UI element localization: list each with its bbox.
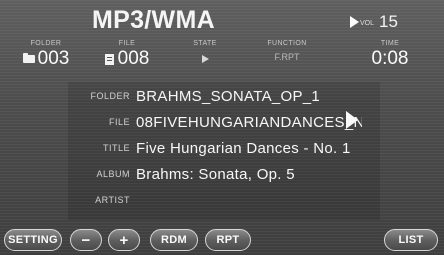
- folder-number: 003: [6, 48, 86, 70]
- folder-number-value: 003: [37, 48, 70, 69]
- info-value-folder: BRAHMS_SONATA_OP_1: [136, 87, 321, 105]
- file-icon: [104, 53, 114, 65]
- track-down-button[interactable]: −: [70, 229, 102, 251]
- file-number-value: 008: [117, 48, 150, 69]
- folder-icon: [22, 53, 35, 63]
- file-number: 008: [92, 48, 162, 70]
- info-label-folder: FOLDER: [90, 91, 130, 101]
- volume-indicator: VOL 15: [350, 12, 398, 32]
- status-file: FILE 008: [92, 40, 162, 70]
- info-row-folder: FOLDER BRAHMS_SONATA_OP_1: [68, 84, 380, 108]
- info-row-album: ALBUM Brahms: Sonata, Op. 5: [68, 162, 380, 186]
- info-label-artist: ARTIST: [95, 195, 130, 205]
- status-time: TIME 0:08: [352, 40, 428, 70]
- status-function: FUNCTION F.RPT: [244, 40, 330, 62]
- scroll-text-arrow-icon[interactable]: [346, 111, 358, 129]
- function-heading: FUNCTION: [267, 40, 307, 47]
- state-heading: STATE: [193, 40, 217, 47]
- info-value-title: Five Hungarian Dances - No. 1: [136, 139, 351, 157]
- setting-button[interactable]: SETTING: [4, 229, 62, 251]
- info-value-album: Brahms: Sonata, Op. 5: [136, 165, 295, 183]
- info-row-artist: ARTIST: [68, 188, 380, 212]
- audio-screen: MP3/WMA VOL 15 FOLDER 003 FILE 008 STATE: [0, 0, 444, 255]
- track-up-button[interactable]: +: [108, 229, 140, 251]
- file-heading: FILE: [118, 40, 136, 47]
- function-value: F.RPT: [274, 52, 300, 62]
- status-folder: FOLDER 003: [6, 40, 86, 70]
- info-label-title: TITLE: [102, 143, 130, 153]
- info-row-title: TITLE Five Hungarian Dances - No. 1: [68, 136, 380, 160]
- repeat-button[interactable]: RPT: [205, 229, 251, 251]
- bottom-button-bar: SETTING − + RDM RPT LIST: [0, 226, 444, 255]
- info-value-file: 08FIVEHUNGARIANDANCES_N: [136, 113, 362, 131]
- folder-heading: FOLDER: [30, 40, 62, 47]
- status-state: STATE: [172, 40, 238, 70]
- play-icon: [201, 55, 209, 63]
- info-label-album: ALBUM: [96, 169, 130, 179]
- mode-title: MP3/WMA: [92, 6, 215, 34]
- track-info-panel: FOLDER BRAHMS_SONATA_OP_1 FILE 08FIVEHUN…: [68, 82, 380, 220]
- header: MP3/WMA VOL 15 FOLDER 003 FILE 008 STATE: [0, 0, 444, 76]
- info-label-file: FILE: [108, 117, 130, 127]
- state-value: [172, 48, 238, 70]
- volume-value: 15: [379, 12, 398, 31]
- list-button[interactable]: LIST: [384, 229, 438, 251]
- time-heading: TIME: [380, 40, 400, 47]
- random-button[interactable]: RDM: [150, 229, 198, 251]
- speaker-icon: [350, 16, 359, 28]
- info-row-file: FILE 08FIVEHUNGARIANDANCES_N: [68, 110, 380, 134]
- volume-label: VOL: [360, 19, 375, 27]
- time-value: 0:08: [371, 48, 409, 69]
